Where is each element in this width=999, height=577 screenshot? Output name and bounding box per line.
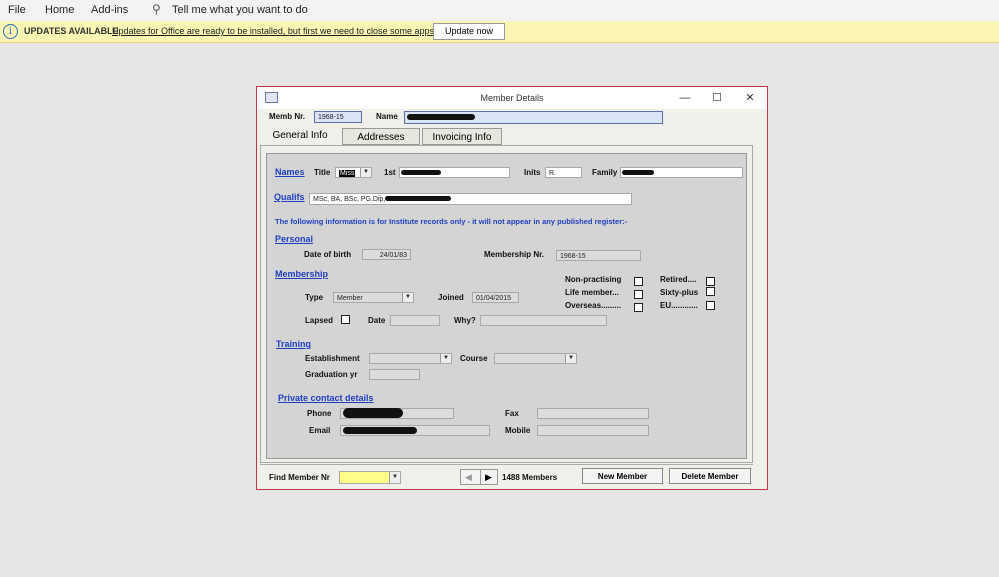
member-count: 1488 Members <box>502 473 558 482</box>
search-icon: ⚲ <box>152 2 161 16</box>
membership-nr-label: Membership Nr. <box>484 250 545 259</box>
type-value: Member <box>337 295 363 302</box>
ribbon: File Home Add-ins ⚲ Tell me what you wan… <box>0 0 999 21</box>
title-label: Title <box>314 168 331 177</box>
tab-general-info[interactable]: General Info <box>260 127 340 144</box>
phone-label: Phone <box>307 409 332 418</box>
personal-section[interactable]: Personal <box>275 234 313 244</box>
membership-section[interactable]: Membership <box>275 269 328 279</box>
redaction <box>343 408 403 418</box>
tab-addresses[interactable]: Addresses <box>342 128 420 145</box>
dob-field[interactable]: 24/01/83 <box>362 249 411 260</box>
minimize-button[interactable]: — <box>675 90 695 106</box>
overseas-checkbox[interactable] <box>634 303 643 312</box>
records-note: The following information is for Institu… <box>275 217 628 226</box>
names-section[interactable]: Names <box>275 167 305 177</box>
family-label: Family <box>592 168 618 177</box>
chevron-down-icon[interactable]: ▼ <box>565 354 576 363</box>
tell-me-search[interactable]: Tell me what you want to do <box>172 4 308 16</box>
first-name-label: 1st <box>384 168 396 177</box>
fax-label: Fax <box>505 409 519 418</box>
redaction <box>622 170 654 175</box>
eu-checkbox[interactable] <box>706 301 715 310</box>
graduation-label: Graduation yr <box>305 370 358 379</box>
maximize-button[interactable]: ☐ <box>707 90 727 106</box>
next-record-icon[interactable]: ▶ <box>485 472 492 483</box>
course-select[interactable]: ▼ <box>494 353 577 364</box>
retired-checkbox[interactable] <box>706 277 715 286</box>
updates-link[interactable]: Updates for Office are ready to be insta… <box>112 26 437 36</box>
delete-member-button[interactable]: Delete Member <box>669 468 751 484</box>
eu-label: EU............ <box>660 301 698 310</box>
find-member-label: Find Member Nr <box>269 473 330 482</box>
file-menu[interactable]: File <box>8 4 26 16</box>
non-practising-label: Non-practising <box>565 275 622 284</box>
sixty-plus-label: Sixty-plus <box>660 288 699 297</box>
lapsed-date-field[interactable] <box>390 315 440 326</box>
memb-nr-field[interactable]: 1968-15 <box>314 111 362 123</box>
date-label: Date <box>368 316 386 325</box>
establishment-label: Establishment <box>305 354 360 363</box>
mobile-label: Mobile <box>505 426 531 435</box>
record-navigator: ◀ ▶ <box>460 469 498 485</box>
home-tab[interactable]: Home <box>45 4 74 16</box>
footer-divider <box>260 464 753 465</box>
mobile-field[interactable] <box>537 425 649 436</box>
redaction <box>401 170 441 175</box>
qualifs-field[interactable]: MSc, BA, BSc, PG.Dip, <box>309 193 632 205</box>
chevron-down-icon[interactable]: ▼ <box>402 293 413 302</box>
type-select[interactable]: Member ▼ <box>333 292 414 303</box>
inits-field[interactable]: R. <box>545 167 582 178</box>
joined-field[interactable]: 01/04/2015 <box>472 292 519 303</box>
title-value: Miss <box>339 170 356 177</box>
new-member-button[interactable]: New Member <box>582 468 663 484</box>
qualifs-section[interactable]: Qualifs <box>274 192 305 202</box>
overseas-label: Overseas......... <box>565 301 622 310</box>
previous-record-icon[interactable]: ◀ <box>465 472 472 483</box>
addins-tab[interactable]: Add-ins <box>91 4 128 16</box>
life-member-label: Life member... <box>565 288 619 297</box>
chevron-down-icon[interactable]: ▼ <box>360 168 371 177</box>
fax-field[interactable] <box>537 408 649 419</box>
joined-label: Joined <box>438 293 464 302</box>
life-member-checkbox[interactable] <box>634 290 643 299</box>
update-now-button[interactable]: Update now <box>433 23 505 40</box>
training-section[interactable]: Training <box>276 339 311 349</box>
membership-nr-field[interactable]: 1968-15 <box>556 250 641 261</box>
lapsed-checkbox[interactable] <box>341 315 350 324</box>
non-practising-checkbox[interactable] <box>634 277 643 286</box>
graduation-field[interactable] <box>369 369 420 380</box>
dob-label: Date of birth <box>304 250 352 259</box>
sixty-plus-checkbox[interactable] <box>706 287 715 296</box>
establishment-select[interactable]: ▼ <box>369 353 452 364</box>
type-label: Type <box>305 293 324 302</box>
title-bar: Member Details — ☐ ✕ <box>257 87 767 109</box>
course-label: Course <box>460 354 488 363</box>
retired-label: Retired.... <box>660 275 697 284</box>
memb-nr-label: Memb Nr. <box>269 112 306 121</box>
chevron-down-icon[interactable]: ▼ <box>389 472 400 483</box>
redaction <box>407 114 475 120</box>
navigator-divider <box>480 470 481 484</box>
private-contact-section[interactable]: Private contact details <box>278 393 374 403</box>
why-label: Why? <box>454 316 476 325</box>
redaction <box>385 196 451 201</box>
find-member-select[interactable]: ▼ <box>339 471 401 484</box>
name-label: Name <box>376 112 398 121</box>
email-label: Email <box>309 426 331 435</box>
update-bar: i UPDATES AVAILABLE Updates for Office a… <box>0 21 999 43</box>
close-button[interactable]: ✕ <box>740 90 760 106</box>
redaction <box>343 427 417 434</box>
inits-label: Inits <box>524 168 541 177</box>
lapsed-label: Lapsed <box>305 316 334 325</box>
updates-title: UPDATES AVAILABLE <box>24 26 119 36</box>
chevron-down-icon[interactable]: ▼ <box>440 354 451 363</box>
info-icon: i <box>3 24 18 39</box>
tab-invoicing-info[interactable]: Invoicing Info <box>422 128 502 145</box>
why-field[interactable] <box>480 315 607 326</box>
title-select[interactable]: Miss ▼ <box>335 167 372 178</box>
